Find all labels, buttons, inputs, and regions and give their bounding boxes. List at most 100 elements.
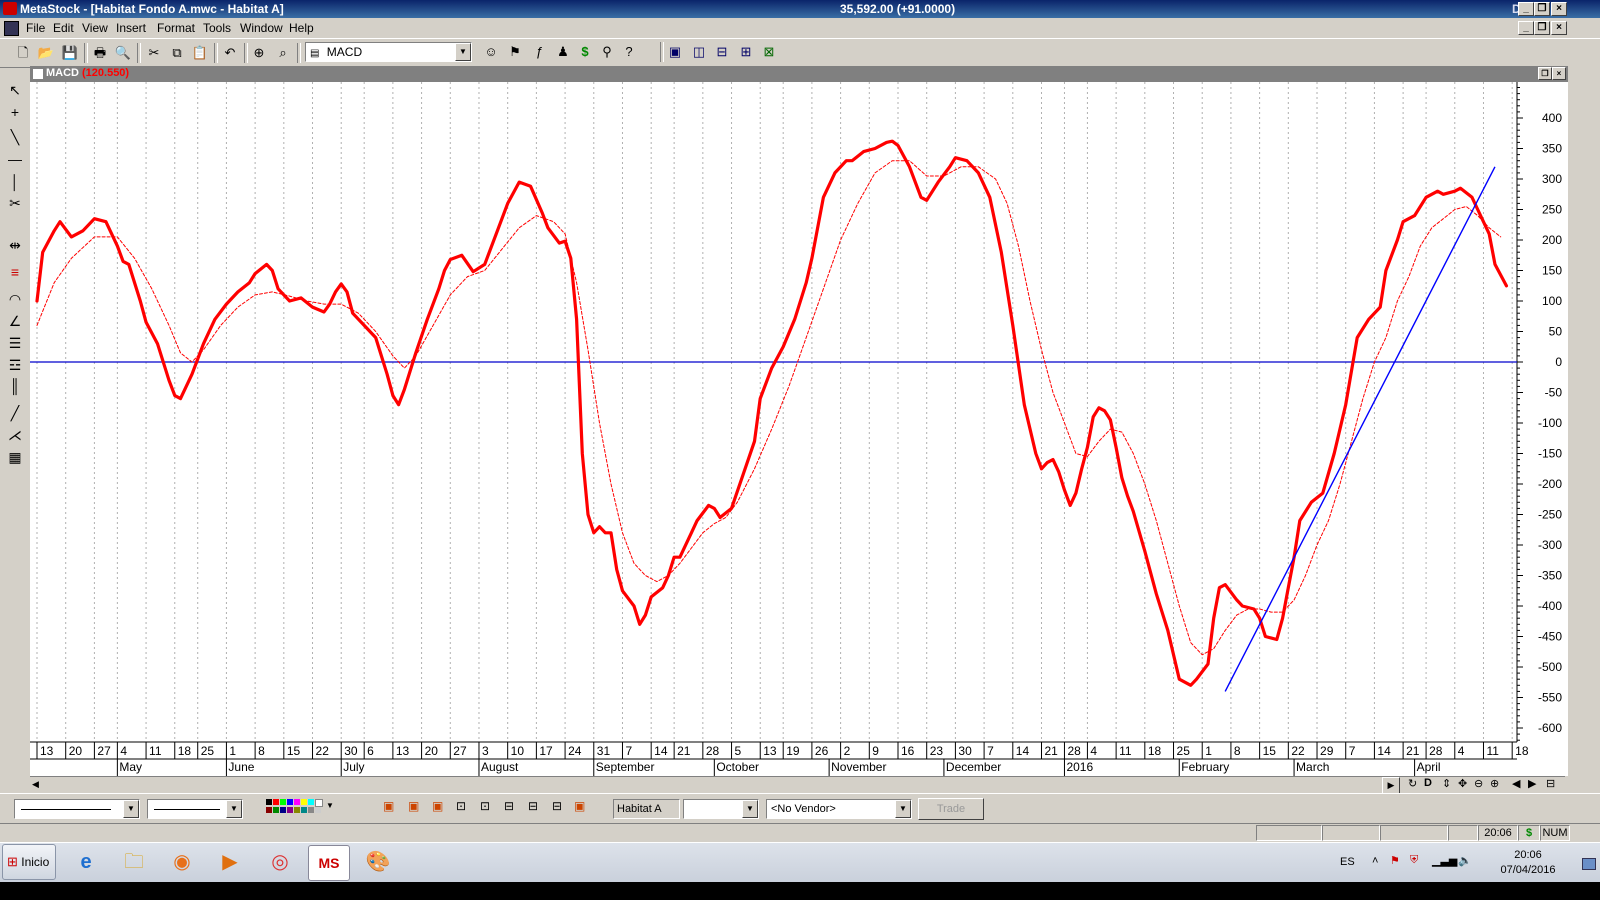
scroll-left-icon[interactable]: ◀ [32,779,39,790]
inner-window-icon[interactable] [33,69,43,79]
undo-icon[interactable]: ↶ [221,44,239,62]
paste-icon[interactable]: 📋 [191,44,209,62]
show-desktop-icon[interactable] [1582,858,1596,870]
cut-icon[interactable]: ✂ [145,44,163,62]
line-weight-select[interactable]: ▼ [147,799,243,819]
parallel-lines-icon[interactable]: ≡ [4,263,26,281]
arrange-icon[interactable]: ⊠ [760,43,778,61]
macd-chart[interactable]: 400 350 300 250 200 150 100 50 0 -50 -100 -150 -200 -… [30,82,1568,776]
crosshair-icon[interactable]: ⊕ [250,44,268,62]
open-icon[interactable]: 📂 [37,44,55,62]
dollar-icon[interactable]: $ [576,43,594,61]
indicator-select[interactable]: ▤ MACD ▼ [305,42,472,62]
explorer-icon[interactable]: ⚑ [506,43,524,61]
menu-tools[interactable]: Tools [203,21,231,35]
expand-icon[interactable]: ⇕ [1442,777,1451,790]
cycle-tool-icon[interactable]: ║ [4,377,26,395]
raff-regression-icon[interactable]: ☲ [4,356,26,374]
cascade-icon[interactable]: ▣ [666,43,684,61]
paint-icon[interactable]: 🎨 [358,845,398,879]
grid-tool-icon[interactable]: ▦ [4,448,26,466]
action-center-icon[interactable]: ⚑ [1390,854,1400,867]
split-2-icon[interactable]: ⊟ [528,799,538,813]
file-explorer-icon[interactable]: 🗀 [114,845,154,879]
formula-icon[interactable]: ƒ [530,43,548,61]
color-palette[interactable]: ▼ [266,799,356,817]
style-1-icon[interactable]: ▣ [383,799,394,813]
inner-window-1-icon[interactable]: ⊡ [456,799,466,813]
inner-window-2-icon[interactable]: ⊡ [480,799,490,813]
chevron-down-icon[interactable]: ▼ [123,800,139,818]
vertical-line-icon[interactable]: │ [4,173,26,191]
print-preview-icon[interactable]: 🔍 [114,44,132,62]
menu-insert[interactable]: Insert [116,21,146,35]
help-icon[interactable]: ? [620,43,638,61]
trendline-icon[interactable]: ╲ [4,128,26,146]
line-tool-icon[interactable]: ╱ [4,404,26,422]
zoom-out-icon[interactable]: ⊖ [1474,777,1483,790]
split-1-icon[interactable]: ⊟ [504,799,514,813]
document-icon[interactable] [4,21,19,36]
chart-close-icon[interactable]: × [1552,67,1566,80]
tile-grid-icon[interactable]: ⊞ [737,43,755,61]
doc-close-icon[interactable]: × [1551,21,1567,35]
new-icon[interactable]: 🗋 [14,44,32,62]
chevron-down-icon[interactable]: ▼ [226,800,242,818]
system-tester-icon[interactable]: ♟ [554,43,572,61]
menu-edit[interactable]: Edit [53,21,74,35]
chart-scrollbar[interactable]: ◀ ▶ [30,776,1565,794]
gann-fan-icon[interactable]: ⋌ [4,426,26,444]
start-button[interactable]: ⊞ Inicio [2,844,56,880]
scissors-icon[interactable]: ✂ [4,194,26,212]
properties-icon[interactable]: ⊟ [1546,777,1555,790]
cycle-lines-icon[interactable]: ⇹ [4,236,26,254]
copy-icon[interactable]: ⧉ [168,44,186,62]
security-field[interactable]: Habitat A [613,799,680,819]
security-icon[interactable]: ⛨ [1410,854,1418,867]
minimize-icon[interactable]: _ [1518,2,1534,16]
style-4-icon[interactable]: ▣ [574,799,585,813]
menu-format[interactable]: Format [157,21,195,35]
print-icon[interactable]: 🖶 [91,44,109,62]
periodicity-icon[interactable]: D [1424,777,1432,789]
clock-time[interactable]: 20:06 [1498,849,1558,861]
metastock-icon[interactable]: MS [308,845,350,881]
fibonacci-arcs-icon[interactable]: ◠ [4,290,26,308]
chevron-down-icon[interactable]: ▼ [455,43,471,61]
chevron-down-icon[interactable]: ▼ [742,800,758,818]
chevron-down-icon[interactable]: ▼ [326,801,334,810]
security-select[interactable]: ▼ [683,799,759,819]
fibonacci-retracement-icon[interactable]: ☰ [4,334,26,352]
tile-horizontal-icon[interactable]: ⊟ [713,43,731,61]
doc-restore-icon[interactable]: ❐ [1534,21,1550,35]
vendor-select[interactable]: <No Vendor> ▼ [766,799,912,819]
menu-window[interactable]: Window [240,21,283,35]
tray-expand-icon[interactable]: ˄ [1372,855,1378,867]
network-icon[interactable]: ▁▃▅ [1432,854,1457,867]
chart-restore-icon[interactable]: ❐ [1538,67,1552,80]
expert-icon[interactable]: ☺ [482,43,500,61]
binoculars-icon[interactable]: ⚲ [598,43,616,61]
move-icon[interactable]: ✥ [1458,777,1467,790]
zoom-in-icon[interactable]: ⊕ [1490,777,1499,790]
volume-icon[interactable]: 🔈 [1458,854,1472,867]
pointer-icon[interactable]: ↖ [4,81,26,99]
menu-file[interactable]: File [26,21,45,35]
tile-vertical-icon[interactable]: ◫ [690,43,708,61]
page-left-icon[interactable]: ◀ [1512,777,1520,790]
firefox-icon[interactable]: ◉ [162,845,202,879]
crosshair-tool-icon[interactable]: + [4,103,26,121]
menu-view[interactable]: View [82,21,108,35]
chevron-down-icon[interactable]: ▼ [895,800,911,818]
speed-lines-icon[interactable]: ∠ [4,312,26,330]
save-icon[interactable]: 💾 [61,44,79,62]
split-3-icon[interactable]: ⊟ [552,799,562,813]
horizontal-line-icon[interactable]: — [4,150,26,168]
menu-help[interactable]: Help [289,21,314,35]
zoom-icon[interactable]: ⌕ [274,44,292,62]
media-player-icon[interactable]: ▶ [210,845,250,879]
refresh-icon[interactable]: ↻ [1408,777,1417,790]
close-icon[interactable]: × [1551,2,1567,16]
chrome-icon[interactable]: ◎ [260,845,300,879]
internet-explorer-icon[interactable]: e [66,845,106,879]
